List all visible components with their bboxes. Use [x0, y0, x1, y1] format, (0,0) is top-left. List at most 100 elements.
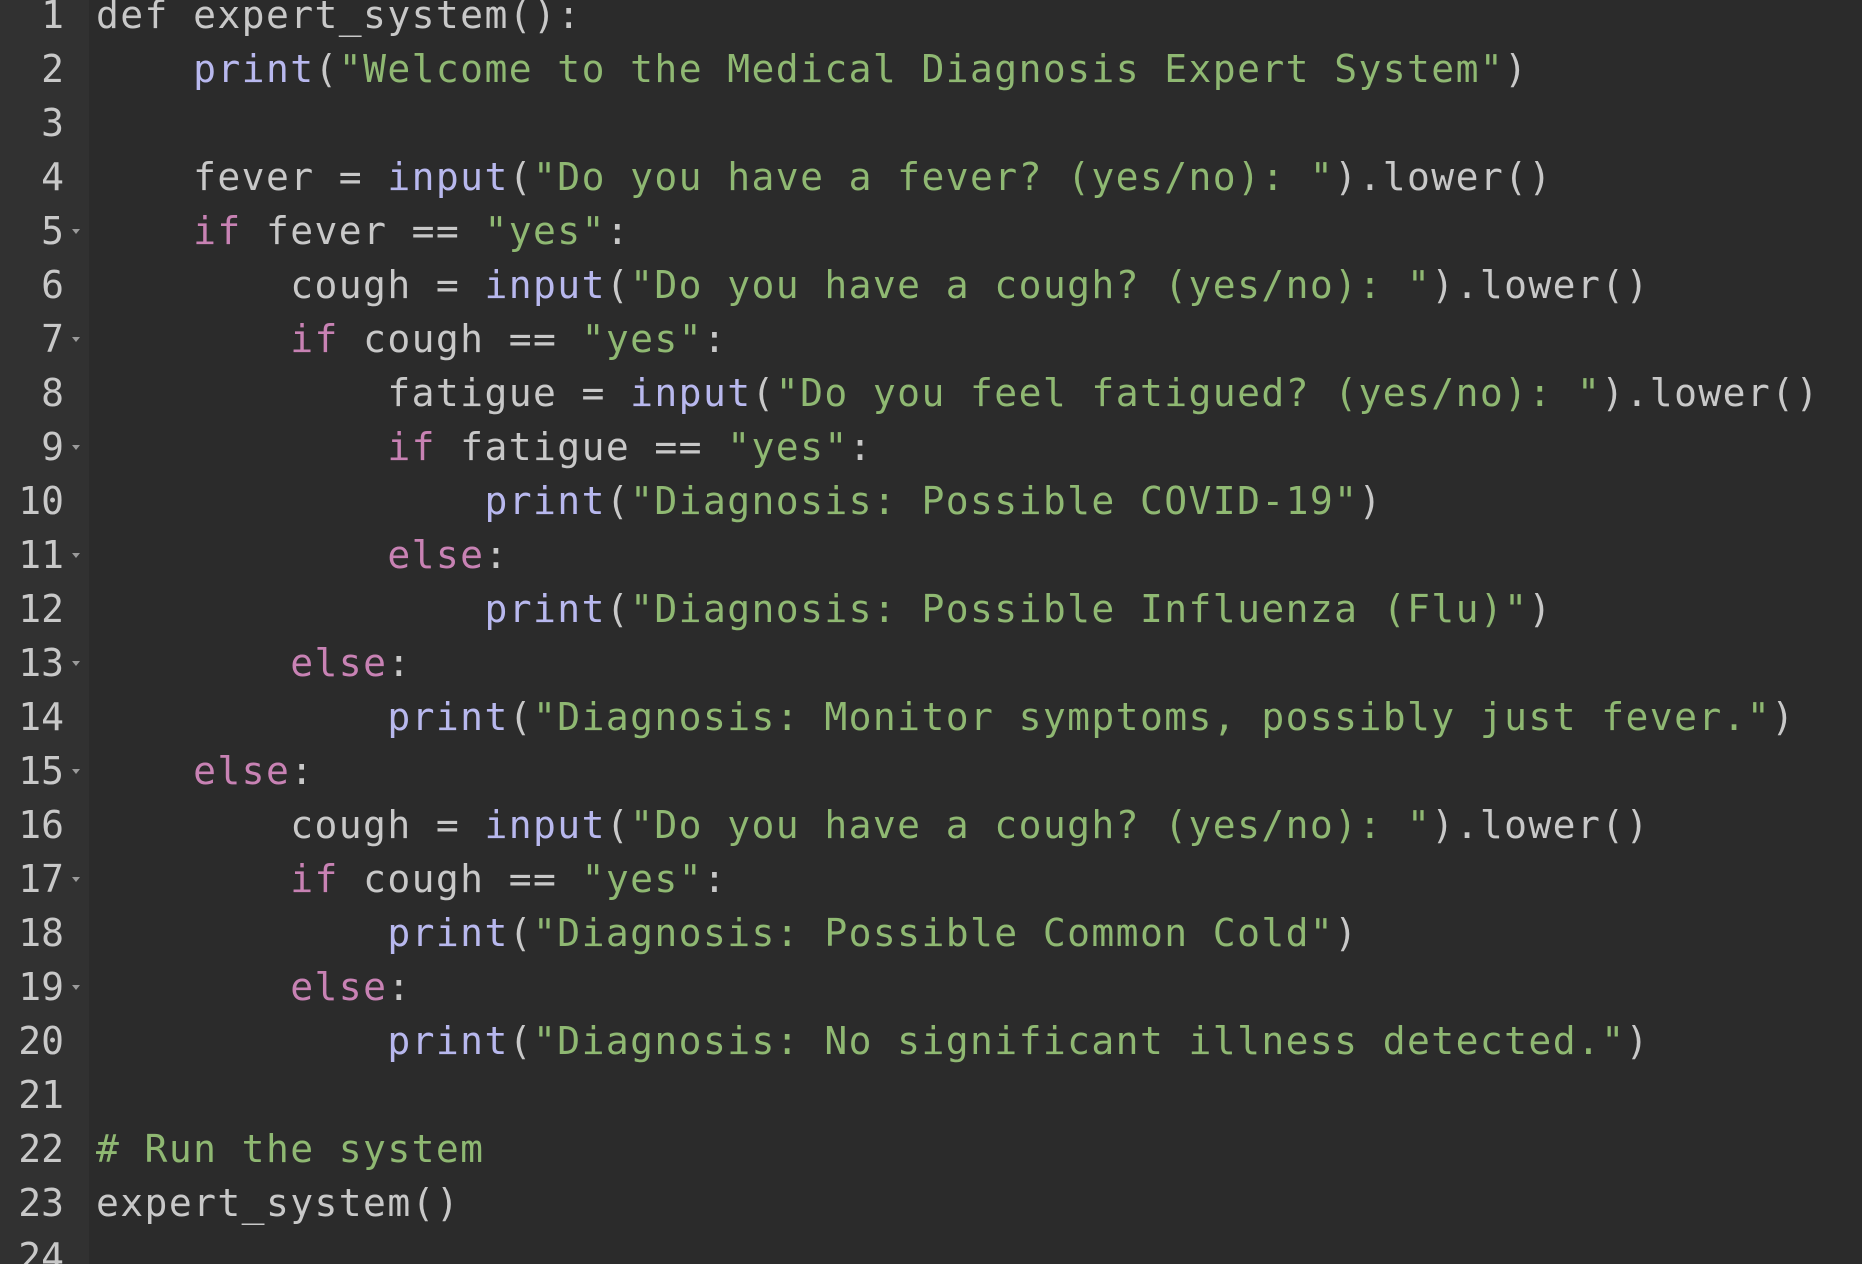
code-text[interactable]: print("Diagnosis: Monitor symptoms, poss…: [96, 695, 1795, 739]
code-token: fever =: [96, 155, 388, 199]
code-line[interactable]: 17 if cough == "yes":: [0, 852, 1862, 906]
code-line[interactable]: 7 if cough == "yes":: [0, 312, 1862, 366]
code-token: :: [702, 857, 728, 901]
code-text[interactable]: print("Diagnosis: Possible Influenza (Fl…: [96, 587, 1553, 631]
line-number: 17: [18, 857, 64, 901]
code-text[interactable]: if fatigue == "yes":: [96, 425, 873, 469]
code-text[interactable]: if cough == "yes":: [96, 857, 727, 901]
code-token: "yes": [581, 317, 703, 361]
code-line[interactable]: 18 print("Diagnosis: Possible Common Col…: [0, 906, 1862, 960]
code-line[interactable]: 2 print("Welcome to the Medical Diagnosi…: [0, 42, 1862, 96]
code-text[interactable]: print("Diagnosis: Possible COVID-19"): [96, 479, 1383, 523]
code-line[interactable]: 5 if fever == "yes":: [0, 204, 1862, 258]
code-line[interactable]: 19 else:: [0, 960, 1862, 1014]
code-token: :: [702, 317, 728, 361]
code-line[interactable]: 15 else:: [0, 744, 1862, 798]
code-token: if: [193, 209, 242, 253]
line-number: 5: [41, 209, 64, 253]
code-token: "Diagnosis: No significant illness detec…: [533, 1019, 1626, 1063]
code-line[interactable]: 12 print("Diagnosis: Possible Influenza …: [0, 582, 1862, 636]
code-token: print: [387, 911, 509, 955]
code-token: (: [508, 1019, 534, 1063]
code-token: "yes": [581, 857, 703, 901]
line-number: 19: [18, 965, 64, 1009]
code-token: (: [508, 155, 534, 199]
code-text[interactable]: print("Diagnosis: Possible Common Cold"): [96, 911, 1358, 955]
code-token: input: [387, 155, 509, 199]
code-line[interactable]: 10 print("Diagnosis: Possible COVID-19"): [0, 474, 1862, 528]
fold-arrow-icon[interactable]: [70, 981, 82, 993]
code-line[interactable]: 9 if fatigue == "yes":: [0, 420, 1862, 474]
line-number: 14: [18, 695, 64, 739]
code-text[interactable]: def expert_system():: [96, 0, 582, 37]
fold-arrow-icon[interactable]: [70, 333, 82, 345]
code-text[interactable]: if cough == "yes":: [96, 317, 727, 361]
line-number: 22: [18, 1127, 64, 1171]
code-token: cough =: [96, 803, 485, 847]
code-line[interactable]: 22 # Run the system: [0, 1122, 1862, 1176]
code-token: "Do you have a cough? (yes/no): ": [630, 803, 1432, 847]
code-text[interactable]: expert_system(): [96, 1181, 460, 1225]
code-token: ): [1334, 911, 1359, 955]
code-token: print: [484, 587, 606, 631]
code-token: "Do you have a cough? (yes/no): ": [630, 263, 1432, 307]
code-line[interactable]: 8 fatigue = input("Do you feel fatigued?…: [0, 366, 1862, 420]
code-line[interactable]: 11 else:: [0, 528, 1862, 582]
code-text[interactable]: print("Welcome to the Medical Diagnosis …: [96, 47, 1528, 91]
code-token: def expert_system():: [96, 0, 582, 37]
code-text[interactable]: cough = input("Do you have a cough? (yes…: [96, 803, 1650, 847]
code-text[interactable]: else:: [96, 641, 412, 685]
code-text[interactable]: else:: [96, 749, 315, 793]
code-token: :: [484, 533, 509, 577]
code-text[interactable]: else:: [96, 533, 509, 577]
line-number: 12: [18, 587, 64, 631]
code-token: print: [484, 479, 606, 523]
line-number: 8: [41, 371, 64, 415]
code-token: expert_system(): [96, 1181, 461, 1225]
code-editor[interactable]: 1 def expert_system(): 2 print("Welcome to…: [0, 0, 1862, 1264]
code-text[interactable]: cough = input("Do you have a cough? (yes…: [96, 263, 1650, 307]
code-token: (: [605, 479, 631, 523]
code-token: fatigue ==: [435, 425, 728, 469]
code-token: :: [387, 965, 412, 1009]
code-token: "Diagnosis: Possible COVID-19": [630, 479, 1359, 523]
code-text[interactable]: fatigue = input("Do you feel fatigued? (…: [96, 371, 1820, 415]
code-line[interactable]: 4 fever = input("Do you have a fever? (y…: [0, 150, 1862, 204]
code-line[interactable]: 23 expert_system(): [0, 1176, 1862, 1230]
code-line[interactable]: 13 else:: [0, 636, 1862, 690]
code-line[interactable]: 3: [0, 96, 1862, 150]
code-text[interactable]: else:: [96, 965, 412, 1009]
code-text[interactable]: if fever == "yes":: [96, 209, 630, 253]
code-line[interactable]: 20 print("Diagnosis: No significant illn…: [0, 1014, 1862, 1068]
fold-arrow-icon[interactable]: [70, 657, 82, 669]
code-text[interactable]: # Run the system: [96, 1127, 484, 1171]
fold-arrow-icon[interactable]: [70, 765, 82, 777]
fold-arrow-icon[interactable]: [70, 549, 82, 561]
code-token: :: [605, 209, 631, 253]
code-token: if: [387, 425, 436, 469]
code-token: cough =: [96, 263, 485, 307]
line-number: 11: [18, 533, 64, 577]
code-line[interactable]: 16 cough = input("Do you have a cough? (…: [0, 798, 1862, 852]
code-line[interactable]: 1 def expert_system():: [0, 0, 1862, 42]
code-text[interactable]: print("Diagnosis: No significant illness…: [96, 1019, 1650, 1063]
code-line[interactable]: 21: [0, 1068, 1862, 1122]
code-token: (: [508, 695, 534, 739]
code-token: if: [290, 857, 339, 901]
line-number: 10: [18, 479, 64, 523]
code-token: (: [605, 803, 631, 847]
code-text[interactable]: fever = input("Do you have a fever? (yes…: [96, 155, 1553, 199]
fold-arrow-icon[interactable]: [70, 873, 82, 885]
fold-arrow-icon[interactable]: [70, 441, 82, 453]
code-line[interactable]: 14 print("Diagnosis: Monitor symptoms, p…: [0, 690, 1862, 744]
code-line[interactable]: 6 cough = input("Do you have a cough? (y…: [0, 258, 1862, 312]
code-line[interactable]: 24: [0, 1230, 1862, 1264]
fold-arrow-icon[interactable]: [70, 225, 82, 237]
